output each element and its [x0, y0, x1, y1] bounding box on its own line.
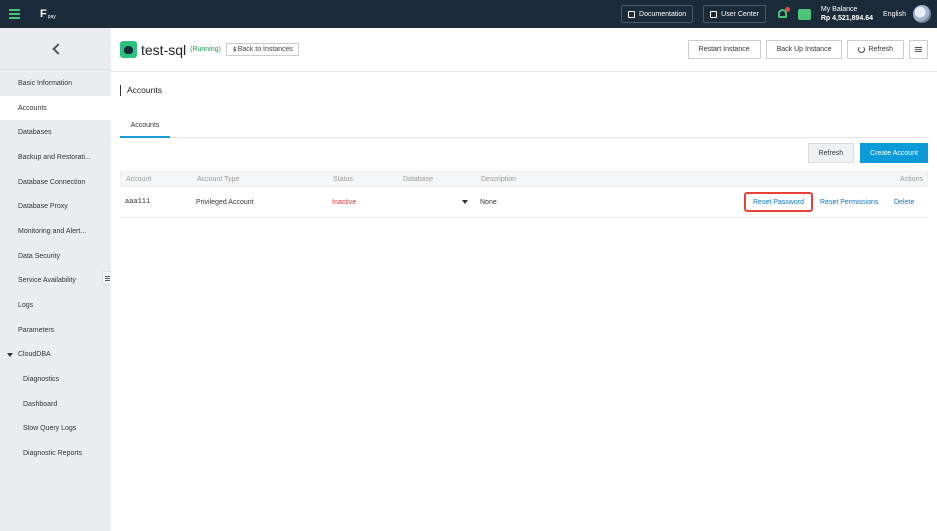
- instance-name: test-sql: [141, 41, 187, 58]
- instance-status: (Running): [190, 46, 221, 53]
- sidebar-nav: Basic Information Accounts Databases Bac…: [0, 71, 111, 466]
- sidebar-item-monitoring-alerts[interactable]: Monitoring and Alert...: [0, 219, 111, 244]
- column-header-account: Account: [126, 175, 152, 183]
- account-status: Inactive: [332, 198, 357, 206]
- user-center-label: User Center: [721, 10, 759, 18]
- list-icon: [915, 47, 922, 52]
- logo-subtext: pay: [47, 14, 56, 20]
- column-header-database: Database: [403, 175, 433, 183]
- restart-instance-button[interactable]: Restart Instance: [687, 40, 761, 59]
- sidebar-item-accounts[interactable]: Accounts: [0, 95, 111, 121]
- balance-label: My Balance: [820, 6, 858, 13]
- language-selector[interactable]: English: [883, 11, 906, 18]
- create-account-button[interactable]: Create Account: [860, 143, 928, 163]
- sidebar-item-dashboard[interactable]: Dashboard: [0, 392, 111, 417]
- notification-badge: [784, 7, 790, 12]
- database-instance-icon: [120, 41, 137, 58]
- sidebar-item-database-connection[interactable]: Database Connection: [0, 170, 111, 195]
- logo-text: F: [40, 8, 47, 20]
- documentation-label: Documentation: [639, 10, 687, 18]
- column-header-actions: Actions: [900, 175, 923, 183]
- refresh-table-button[interactable]: Refresh: [807, 143, 855, 163]
- account-name: aaa111: [125, 198, 151, 206]
- back-to-instances-button[interactable]: ⇞ Back to Instances: [225, 43, 300, 56]
- account-description: None: [480, 198, 497, 206]
- sidebar-item-diagnostic-reports[interactable]: Diagnostic Reports: [0, 441, 111, 466]
- user-center-button[interactable]: User Center: [703, 5, 766, 23]
- sidebar-item-basic-information[interactable]: Basic Information: [0, 71, 111, 96]
- column-header-status: Status: [333, 175, 353, 183]
- hamburger-menu-icon[interactable]: [0, 0, 28, 28]
- back-label: Back to Instances: [237, 46, 294, 53]
- column-header-description: Description: [481, 175, 517, 183]
- expand-databases-icon[interactable]: [462, 200, 468, 204]
- monitor-icon: [710, 10, 718, 18]
- document-icon: [628, 10, 636, 18]
- accounts-table: Account Account Type Status Database Des…: [120, 171, 928, 218]
- avatar[interactable]: [913, 5, 931, 23]
- instance-header: test-sql (Running) ⇞ Back to Instances R…: [111, 28, 937, 72]
- sidebar: Basic Information Accounts Databases Bac…: [0, 28, 111, 531]
- sidebar-item-backup-restoration[interactable]: Backup and Restorati...: [0, 145, 111, 170]
- chevron-left-icon: [51, 42, 64, 55]
- main-content: test-sql (Running) ⇞ Back to Instances R…: [111, 28, 937, 531]
- sidebar-item-data-security[interactable]: Data Security: [0, 244, 111, 269]
- bell-icon[interactable]: [776, 7, 790, 21]
- page-title: Accounts: [120, 85, 162, 96]
- back-up-instance-button[interactable]: Back Up Instance: [765, 40, 843, 59]
- documentation-button[interactable]: Documentation: [621, 5, 694, 23]
- reset-password-link[interactable]: Reset Password: [744, 192, 813, 212]
- list-view-button[interactable]: [909, 40, 928, 59]
- sidebar-item-diagnostics[interactable]: Diagnostics: [0, 367, 111, 392]
- refresh-label: Refresh: [868, 46, 893, 53]
- delete-account-link[interactable]: Delete: [894, 199, 914, 206]
- sidebar-group-clouddba[interactable]: CloudDBA: [0, 343, 111, 368]
- reset-permissions-link[interactable]: Reset Permissions: [820, 199, 878, 206]
- account-type: Privileged Account: [196, 198, 254, 206]
- sidebar-item-service-availability[interactable]: Service Availability: [0, 269, 111, 294]
- balance-display[interactable]: My Balance Rp 4,521,894.64: [821, 5, 873, 23]
- sidebar-group-label: CloudDBA: [18, 351, 51, 359]
- tab-bar: Accounts: [120, 115, 928, 138]
- wallet-icon[interactable]: [797, 8, 811, 20]
- tab-accounts[interactable]: Accounts: [120, 115, 170, 138]
- sidebar-item-database-proxy[interactable]: Database Proxy: [0, 194, 111, 219]
- sidebar-item-databases[interactable]: Databases: [0, 120, 111, 145]
- refresh-instance-button[interactable]: Refresh: [847, 40, 904, 59]
- top-navigation-bar: Fpay Documentation User Center My Balanc…: [0, 0, 937, 28]
- sidebar-item-logs[interactable]: Logs: [0, 293, 111, 318]
- sidebar-item-slow-query-logs[interactable]: Slow Query Logs: [0, 417, 111, 442]
- sidebar-item-parameters[interactable]: Parameters: [0, 318, 111, 343]
- sidebar-back-button[interactable]: [0, 28, 111, 70]
- table-header: Account Account Type Status Database Des…: [120, 171, 928, 187]
- balance-amount: Rp 4,521,894.64: [820, 15, 874, 22]
- logo[interactable]: Fpay: [40, 8, 56, 20]
- column-header-account-type: Account Type: [197, 175, 240, 183]
- caret-down-icon: [7, 352, 13, 357]
- table-row: aaa111 Privileged Account Inactive None …: [120, 187, 928, 218]
- refresh-icon: [858, 46, 866, 53]
